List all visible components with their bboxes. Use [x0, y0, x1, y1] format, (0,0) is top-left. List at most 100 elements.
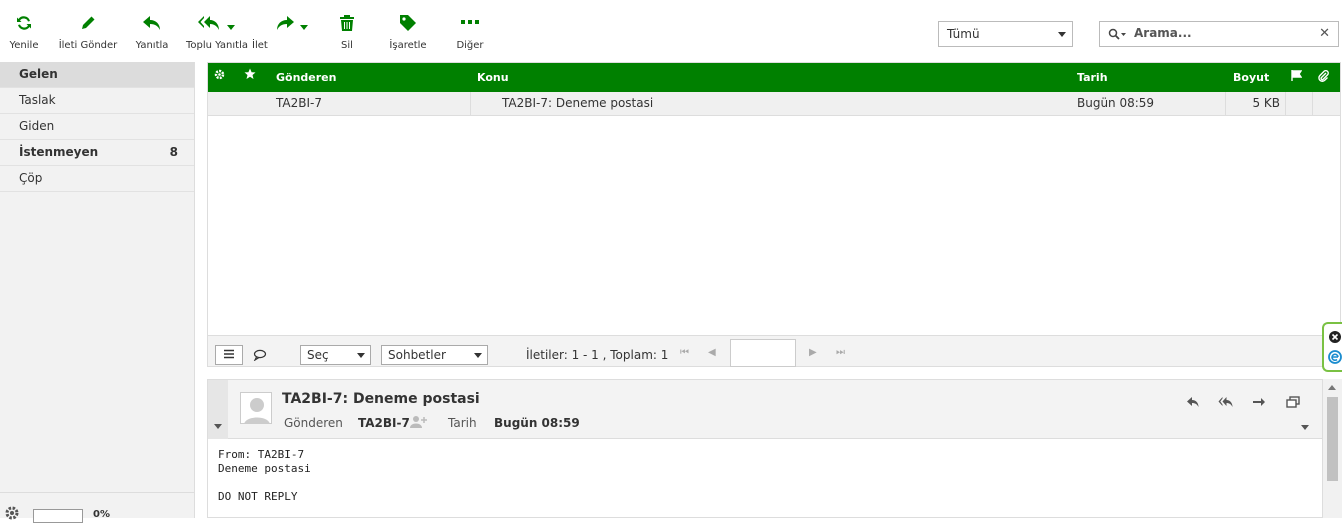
filter-select[interactable]: Tümü [938, 21, 1073, 47]
forward-icon [266, 10, 316, 36]
attachment-icon[interactable] [1318, 70, 1329, 85]
delete-button[interactable]: Sil [332, 10, 362, 51]
sidebar-item-label: Taslak [19, 93, 56, 107]
reply-label: Yanıtla [135, 40, 169, 51]
from-value[interactable]: TA2BI-7 [358, 416, 410, 430]
extension-icon[interactable] [1328, 349, 1342, 368]
delete-label: Sil [341, 40, 353, 51]
reply-icon[interactable] [1186, 393, 1200, 412]
reply-all-icon[interactable] [1218, 393, 1234, 412]
preview-header: TA2BI-7: Deneme postasi Gönderen TA2BI-7… [208, 380, 1322, 439]
more-label: Diğer [456, 40, 484, 51]
forward-button[interactable]: İlet [252, 10, 316, 51]
pencil-icon [58, 10, 118, 36]
unread-count: 8 [169, 145, 178, 159]
chevron-down-icon[interactable] [1301, 425, 1309, 430]
chevron-down-icon [474, 353, 482, 358]
column-from[interactable]: Gönderen [276, 71, 336, 84]
search-input[interactable] [1134, 26, 1314, 40]
body-line: Deneme postasi [218, 462, 311, 475]
select-label: Seç [307, 348, 329, 362]
more-icon [454, 10, 486, 36]
star-icon[interactable] [244, 68, 256, 83]
side-widget[interactable] [1322, 322, 1342, 372]
preview-scrollbar[interactable] [1323, 379, 1342, 518]
close-icon[interactable]: ✕ [1319, 26, 1330, 41]
preview-subject: TA2BI-7: Deneme postasi [282, 391, 480, 407]
open-window-icon[interactable] [1286, 393, 1300, 412]
message-count: İletiler: 1 - 1 , Toplam: 1 [526, 348, 669, 362]
page-number-input[interactable] [730, 339, 796, 367]
reply-all-icon [186, 10, 246, 36]
message-preview: TA2BI-7: Deneme postasi Gönderen TA2BI-7… [207, 379, 1323, 518]
close-icon[interactable] [1328, 329, 1342, 348]
chevron-down-icon [1058, 32, 1066, 37]
settings-icon[interactable] [214, 69, 225, 83]
reply-all-button[interactable]: Toplu Yanıtla [186, 10, 248, 51]
refresh-button[interactable]: Yenile [6, 10, 42, 51]
mark-button[interactable]: İşaretle [388, 10, 428, 51]
thread-toggle-icon[interactable] [253, 349, 267, 364]
sidebar-item-inbox[interactable]: Gelen [0, 62, 194, 88]
search-icon[interactable] [1108, 27, 1130, 46]
last-page-icon[interactable]: ⏭ [836, 347, 845, 358]
row-subject: TA2BI-7: Deneme postasi [502, 96, 654, 110]
collapse-toggle[interactable] [208, 380, 228, 439]
column-date[interactable]: Tarih [1077, 71, 1108, 84]
list-header: Gönderen Konu Tarih Boyut [208, 63, 1340, 92]
date-value: Bugün 08:59 [494, 416, 580, 430]
quota-bar [33, 509, 83, 523]
compose-label: İleti Gönder [58, 40, 118, 51]
add-contact-icon[interactable] [410, 414, 428, 433]
sidebar-item-label: Çöp [19, 171, 43, 185]
sidebar-footer: 0% [0, 492, 195, 523]
prev-page-icon[interactable]: ◀ [708, 347, 716, 358]
table-row[interactable]: TA2BI-7 TA2BI-7: Deneme postasi Bugün 08… [208, 92, 1340, 116]
first-page-icon[interactable]: ⏮ [680, 347, 689, 358]
tag-icon [388, 10, 428, 36]
threads-label: Sohbetler [388, 348, 446, 362]
forward-icon[interactable] [1252, 393, 1266, 412]
row-from: TA2BI-7 [276, 96, 322, 110]
list-options-button[interactable] [215, 345, 243, 365]
column-subject[interactable]: Konu [477, 71, 509, 84]
column-size[interactable]: Boyut [1233, 71, 1269, 84]
message-list: Gönderen Konu Tarih Boyut TA2BI-7 TA2BI-… [207, 62, 1341, 367]
message-body: From: TA2BI-7 Deneme postasi DO NOT REPL… [218, 448, 311, 504]
next-page-icon[interactable]: ▶ [809, 347, 817, 358]
chevron-down-icon [214, 424, 222, 429]
compose-button[interactable]: İleti Gönder [58, 10, 118, 51]
scrollbar-thumb[interactable] [1327, 397, 1338, 481]
search-box[interactable]: ✕ [1099, 21, 1339, 47]
sidebar-item-junk[interactable]: İstenmeyen 8 [0, 140, 194, 166]
more-button[interactable]: Diğer [454, 10, 486, 51]
folder-sidebar: Gelen Taslak Giden İstenmeyen 8 Çöp 0% [0, 62, 195, 523]
threads-dropdown[interactable]: Sohbetler [381, 345, 488, 365]
body-line: DO NOT REPLY [218, 490, 298, 503]
sidebar-item-label: Giden [19, 119, 55, 133]
sidebar-item-trash[interactable]: Çöp [0, 166, 194, 192]
reply-button[interactable]: Yanıtla [134, 10, 170, 51]
sidebar-item-label: İstenmeyen [19, 145, 99, 159]
sidebar-item-drafts[interactable]: Taslak [0, 88, 194, 114]
filter-selected: Tümü [947, 27, 980, 41]
sidebar-item-label: Gelen [19, 67, 58, 81]
forward-label: İlet [252, 40, 268, 51]
list-footer: Seç Sohbetler İletiler: 1 - 1 , Toplam: … [208, 335, 1340, 367]
refresh-label: Yenile [9, 40, 39, 51]
toolbar: Yenile İleti Gönder Yanıtla Toplu Yanıtl… [0, 0, 1342, 62]
reply-icon [134, 10, 170, 36]
flag-icon[interactable] [1291, 70, 1303, 84]
menu-icon [223, 348, 235, 362]
sidebar-item-sent[interactable]: Giden [0, 114, 194, 140]
select-dropdown[interactable]: Seç [300, 345, 371, 365]
row-date: Bugün 08:59 [1077, 96, 1155, 110]
date-label: Tarih [448, 416, 477, 430]
trash-icon [332, 10, 362, 36]
row-size: 5 KB [1252, 96, 1280, 110]
scroll-up-icon[interactable] [1328, 385, 1336, 390]
mark-label: İşaretle [389, 40, 427, 51]
chevron-down-icon [357, 353, 365, 358]
reply-all-label: Toplu Yanıtla [186, 40, 248, 51]
gear-icon[interactable] [4, 505, 20, 525]
